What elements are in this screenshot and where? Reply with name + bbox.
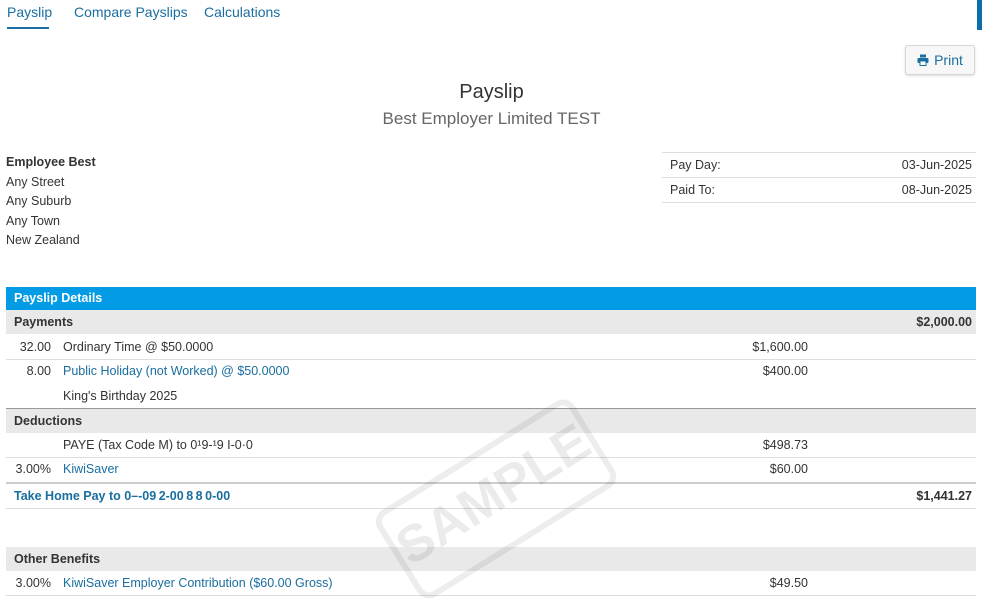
employee-address: Employee Best Any Street Any Suburb Any … — [6, 153, 96, 251]
pay-day-row: Pay Day: 03-Jun-2025 — [662, 152, 976, 177]
paid-to-value: 08-Jun-2025 — [901, 183, 972, 197]
payment-note-row: King's Birthday 2025 — [6, 384, 976, 409]
address-street: Any Street — [6, 174, 65, 189]
other-benefits-header: Other Benefits — [6, 547, 976, 571]
pay-day-label: Pay Day: — [670, 158, 721, 172]
take-home-total: $1,441.27 — [916, 489, 972, 503]
pay-day-value: 03-Jun-2025 — [901, 158, 972, 172]
payment-qty: 32.00 — [19, 340, 51, 354]
payment-desc: Ordinary Time @ $50.0000 — [63, 340, 214, 354]
employee-name: Employee Best — [6, 155, 96, 169]
deduction-qty: 3.00% — [15, 462, 51, 476]
holiday-note: King's Birthday 2025 — [63, 389, 178, 403]
paid-to-label: Paid To: — [670, 183, 715, 197]
print-button[interactable]: Print — [905, 45, 975, 75]
paid-to-row: Paid To: 08-Jun-2025 — [662, 177, 976, 203]
payment-row: 32.00 Ordinary Time @ $50.0000 $1,600.00 — [6, 335, 976, 360]
benefit-row: 3.00% KiwiSaver Employer Contribution ($… — [6, 571, 976, 596]
payslip-details-header: Payslip Details — [6, 287, 976, 310]
payments-label: Payments — [14, 315, 74, 329]
deductions-label: Deductions — [14, 414, 83, 428]
printer-icon — [917, 54, 929, 66]
deduction-row: PAYE (Tax Code M) to 0¹9-¹9 I-0·0 $498.7… — [6, 433, 976, 458]
address-suburb: Any Suburb — [6, 194, 72, 208]
benefit-amount: $49.50 — [769, 576, 808, 590]
benefit-qty: 3.00% — [15, 576, 51, 590]
tab-calculations[interactable]: Calculations — [204, 4, 280, 20]
tab-payslip[interactable]: Payslip — [7, 4, 52, 20]
public-holiday-link[interactable]: Public Holiday (not Worked) @ $50.0000 — [63, 364, 289, 378]
pay-dates-table: Pay Day: 03-Jun-2025 Paid To: 08-Jun-202… — [662, 152, 976, 203]
payment-amount: $400.00 — [762, 364, 808, 378]
take-home-row: Take Home Pay to 0–-09 2-00 8 8 0-00 $1,… — [6, 482, 976, 509]
deduction-amount: $498.73 — [762, 438, 808, 452]
scroll-accent — [977, 0, 982, 30]
tab-bar: Payslip Compare Payslips Calculations — [0, 0, 975, 30]
deduction-amount: $60.00 — [769, 462, 808, 476]
employer-contribution-link[interactable]: KiwiSaver Employer Contribution ($60.00 … — [63, 576, 333, 590]
deduction-row: 3.00% KiwiSaver $60.00 — [6, 457, 976, 481]
deductions-header: Deductions — [6, 409, 976, 433]
other-benefits-label: Other Benefits — [14, 552, 101, 566]
tab-compare-payslips[interactable]: Compare Payslips — [74, 4, 188, 20]
take-home-label: Take Home Pay to 0–-09 2-00 8 8 0-00 — [14, 489, 231, 503]
address-country: New Zealand — [6, 233, 80, 247]
deduction-desc: PAYE (Tax Code M) to 0¹9-¹9 I-0·0 — [63, 438, 253, 452]
page-title: Payslip — [459, 81, 524, 103]
active-tab-indicator — [7, 27, 49, 29]
employer-name: Best Employer Limited TEST — [382, 109, 601, 128]
kiwisaver-link[interactable]: KiwiSaver — [63, 462, 119, 476]
payments-header: Payments $2,000.00 — [6, 310, 976, 334]
payments-total: $2,000.00 — [916, 315, 972, 329]
payment-row: 8.00 Public Holiday (not Worked) @ $50.0… — [6, 359, 976, 383]
payment-amount: $1,600.00 — [752, 340, 808, 354]
payment-qty: 8.00 — [26, 364, 51, 378]
address-town: Any Town — [6, 213, 60, 228]
print-label: Print — [934, 52, 963, 68]
